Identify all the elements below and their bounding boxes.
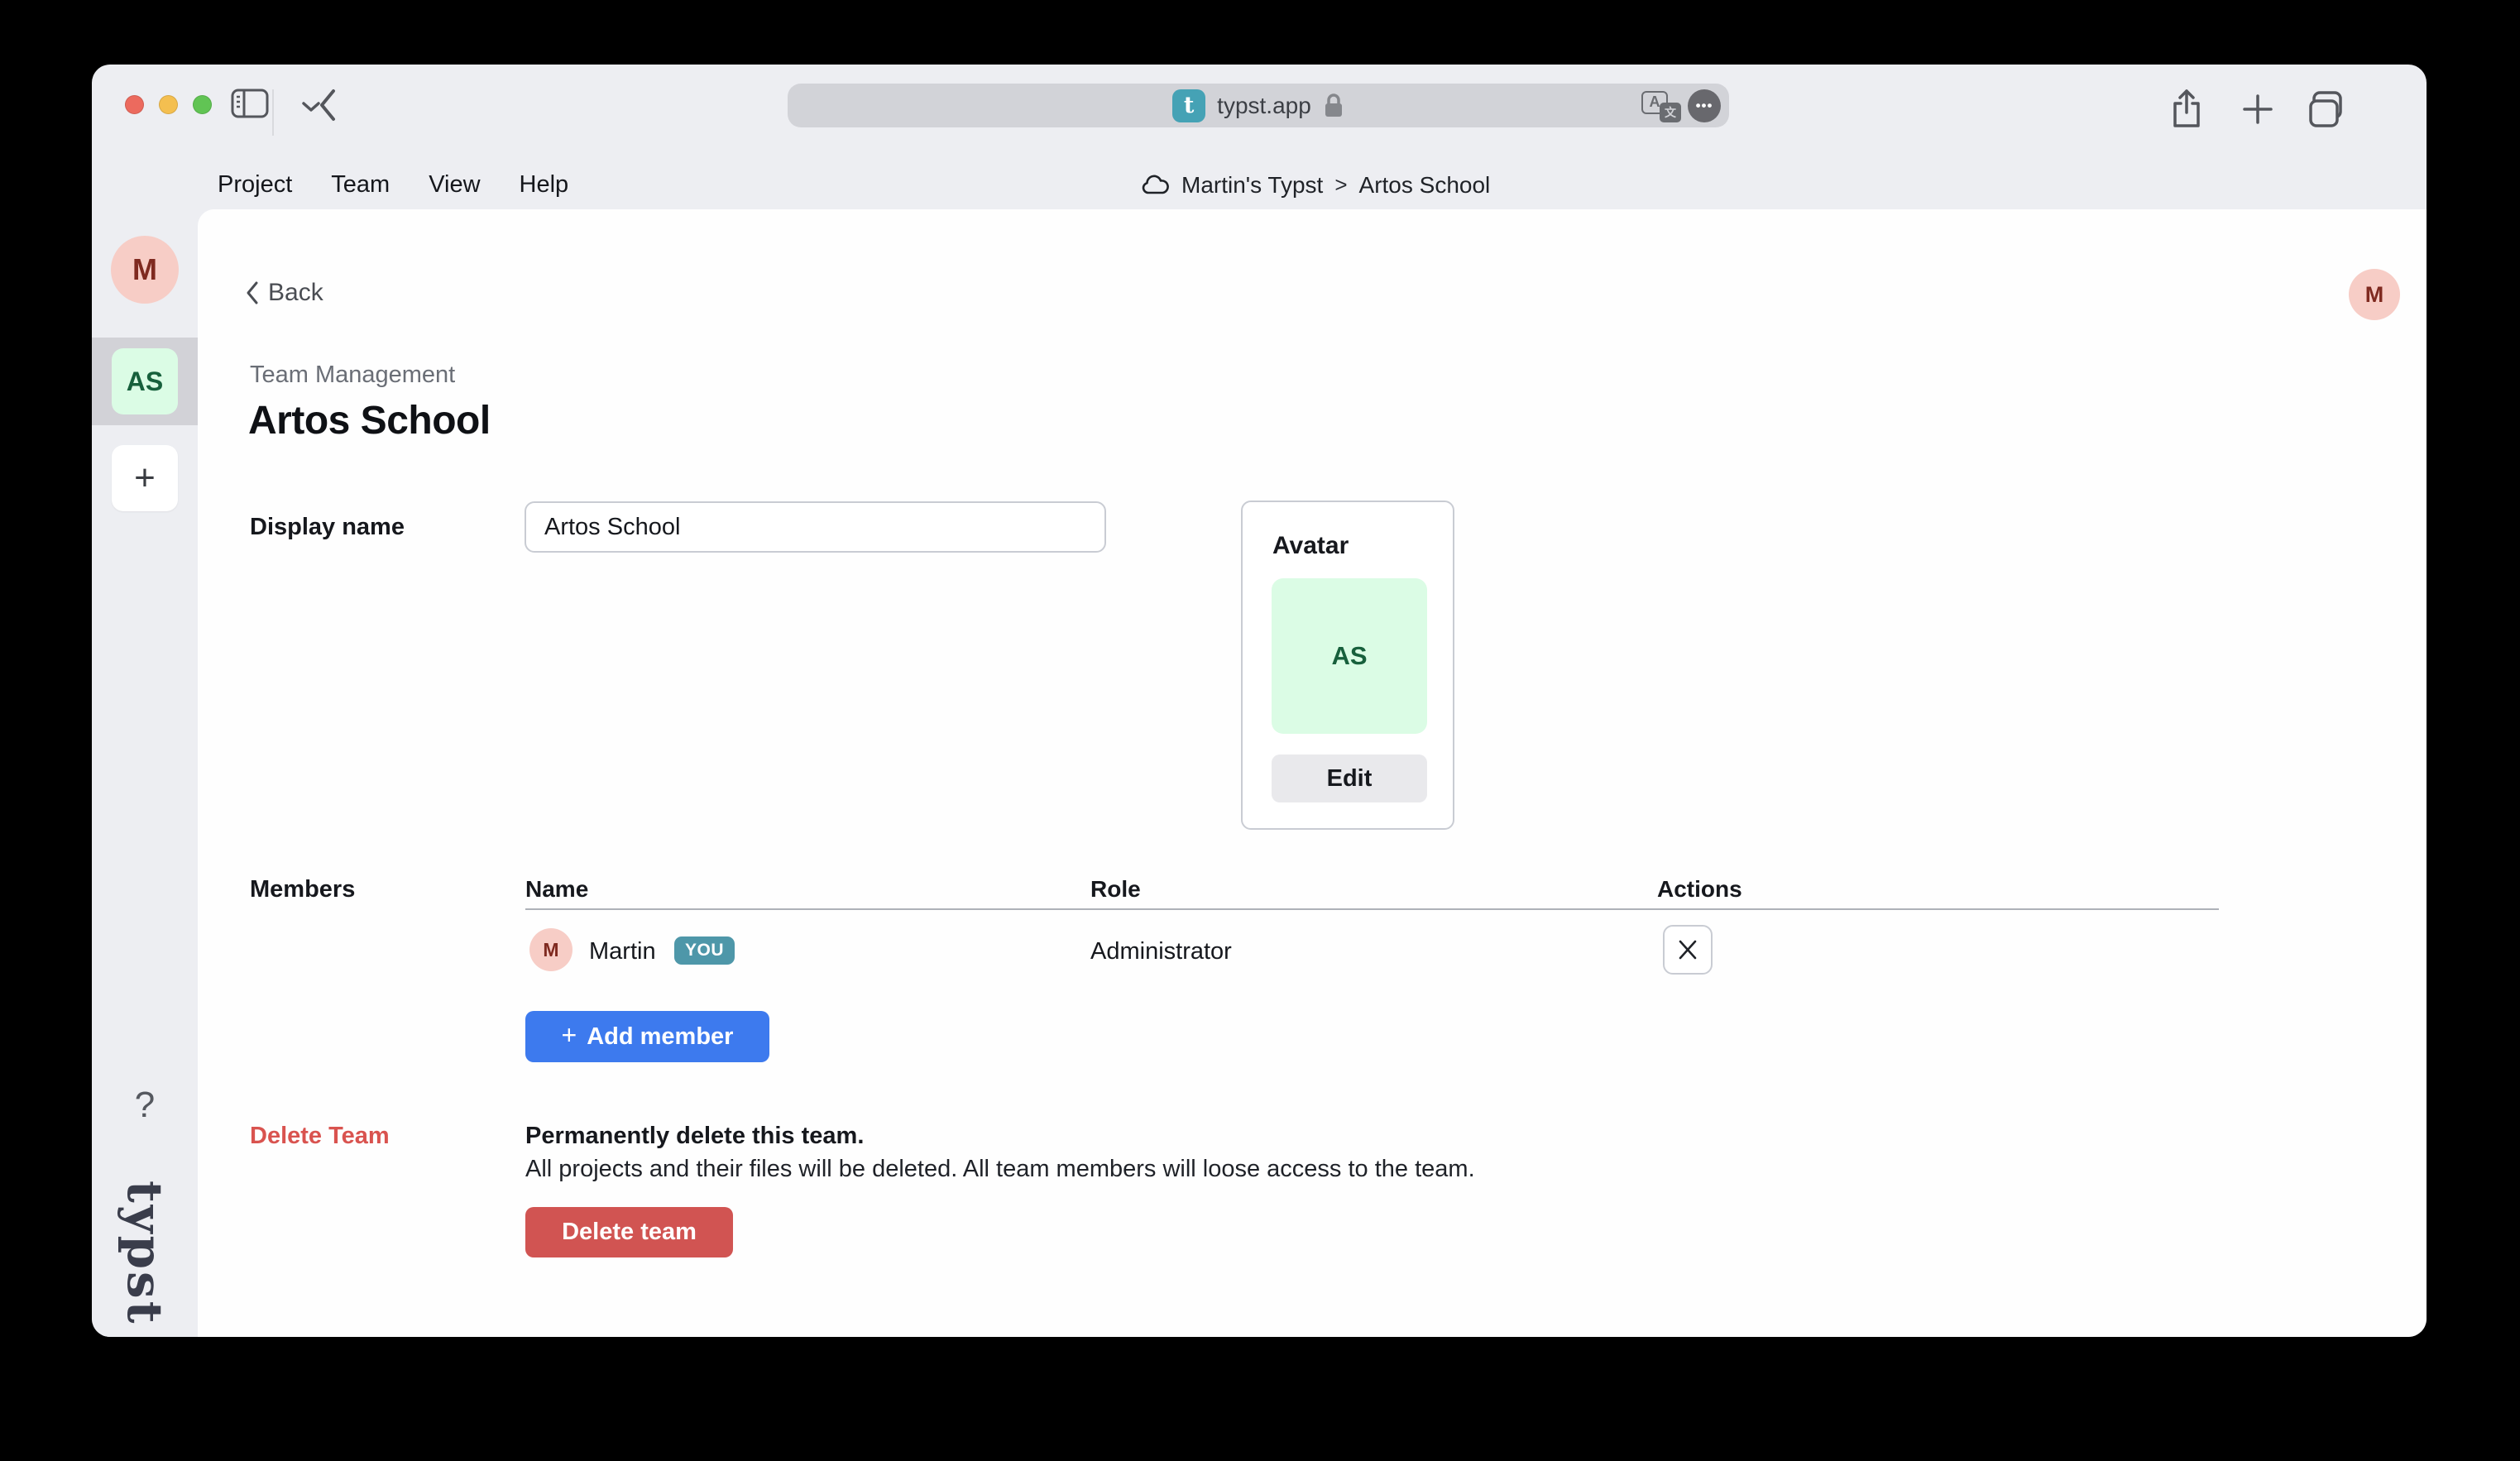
delete-team-heading: Permanently delete this team. bbox=[525, 1123, 864, 1150]
help-icon[interactable]: ? bbox=[92, 1085, 198, 1126]
tab-overview-icon[interactable] bbox=[2307, 89, 2347, 129]
member-name: Martin bbox=[589, 938, 656, 965]
url-host-text: typst.app bbox=[1217, 93, 1311, 119]
breadcrumb: Martin's Typst > Artos School bbox=[1142, 160, 1490, 209]
close-icon bbox=[1675, 937, 1700, 962]
menu-team[interactable]: Team bbox=[331, 171, 390, 199]
column-header-role: Role bbox=[1090, 876, 1141, 903]
zoom-window-button[interactable] bbox=[193, 95, 212, 114]
add-member-button[interactable]: + Add member bbox=[525, 1011, 769, 1062]
table-divider bbox=[525, 908, 2219, 910]
workspace-sidebar: M AS + ? typst bbox=[92, 209, 198, 1337]
menu-project[interactable]: Project bbox=[218, 171, 292, 199]
add-workspace-button[interactable]: + bbox=[112, 445, 178, 511]
sidebar-user-avatar[interactable]: M bbox=[111, 236, 179, 304]
members-section-label: Members bbox=[250, 876, 355, 903]
display-name-label: Display name bbox=[250, 514, 405, 541]
back-label: Back bbox=[268, 279, 323, 307]
address-bar-actions: A 文 ••• bbox=[1641, 84, 1721, 127]
member-role: Administrator bbox=[1090, 938, 1232, 965]
delete-team-button[interactable]: Delete team bbox=[525, 1207, 733, 1257]
remove-member-button[interactable] bbox=[1663, 925, 1713, 975]
toolbar-divider bbox=[272, 89, 274, 136]
breadcrumb-separator: > bbox=[1334, 172, 1347, 198]
browser-window: t typst.app A 文 ••• bbox=[92, 65, 2427, 1337]
typst-favicon: t bbox=[1172, 89, 1205, 122]
avatar-card: Avatar AS Edit bbox=[1241, 501, 1454, 830]
display-name-input[interactable] bbox=[525, 501, 1106, 553]
back-chevron-icon bbox=[245, 280, 260, 305]
delete-team-description: All projects and their files will be del… bbox=[525, 1156, 1475, 1183]
app-body: M AS + ? typst M Back Team Management Ar… bbox=[92, 209, 2427, 1337]
close-window-button[interactable] bbox=[125, 95, 144, 114]
new-tab-icon[interactable] bbox=[2241, 93, 2274, 126]
you-badge: YOU bbox=[674, 936, 735, 965]
translate-icon[interactable]: A 文 bbox=[1641, 89, 1681, 122]
section-eyebrow: Team Management bbox=[250, 362, 455, 389]
more-options-icon[interactable]: ••• bbox=[1688, 89, 1721, 122]
account-avatar[interactable]: M bbox=[2349, 269, 2400, 320]
page-title: Artos School bbox=[248, 398, 491, 443]
sidebar-toggle-icon[interactable] bbox=[231, 88, 269, 119]
add-member-label: Add member bbox=[587, 1023, 733, 1051]
column-header-actions: Actions bbox=[1657, 876, 1742, 903]
menu-items: Typst Project Team View Help bbox=[218, 160, 568, 209]
address-bar[interactable]: t typst.app A 文 ••• bbox=[788, 84, 1729, 127]
edit-avatar-button[interactable]: Edit bbox=[1272, 754, 1427, 802]
sidebar-selected-highlight: AS bbox=[92, 338, 198, 425]
browser-toolbar: t typst.app A 文 ••• bbox=[92, 65, 2427, 160]
back-button[interactable]: Back bbox=[245, 279, 323, 307]
breadcrumb-current[interactable]: Artos School bbox=[1359, 172, 1491, 199]
share-icon[interactable] bbox=[2170, 88, 2203, 131]
delete-team-section-label: Delete Team bbox=[250, 1123, 390, 1150]
member-avatar: M bbox=[529, 928, 573, 971]
plus-icon: + bbox=[562, 1020, 577, 1051]
cloud-icon bbox=[1142, 175, 1170, 196]
toolbar-right-actions bbox=[2145, 88, 2427, 137]
breadcrumb-workspace[interactable]: Martin's Typst bbox=[1181, 172, 1323, 199]
team-management-panel: M Back Team Management Artos School Disp… bbox=[198, 209, 2427, 1337]
team-avatar-preview: AS bbox=[1272, 578, 1427, 734]
menu-view[interactable]: View bbox=[429, 171, 480, 199]
avatar-card-title: Avatar bbox=[1272, 532, 1349, 560]
back-navigation-icon[interactable] bbox=[317, 88, 338, 122]
menu-help[interactable]: Help bbox=[520, 171, 569, 199]
typst-logo: typst bbox=[117, 1181, 173, 1326]
column-header-name: Name bbox=[525, 876, 588, 903]
app-menubar: Typst Project Team View Help Martin's Ty… bbox=[92, 160, 2427, 209]
address-bar-content: t typst.app bbox=[1172, 89, 1344, 122]
minimize-window-button[interactable] bbox=[159, 95, 178, 114]
sidebar-team-avatar[interactable]: AS bbox=[112, 348, 178, 414]
lock-icon bbox=[1323, 92, 1344, 120]
